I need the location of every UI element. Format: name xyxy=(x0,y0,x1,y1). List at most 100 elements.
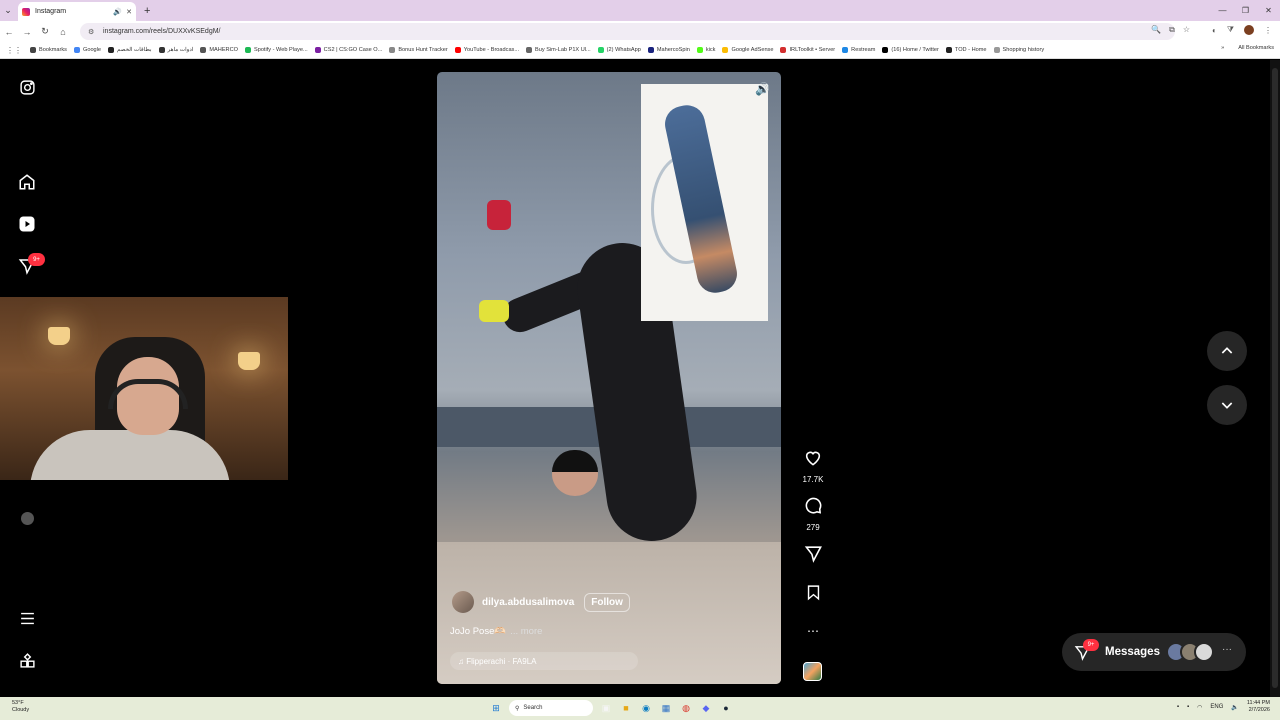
reload-icon[interactable]: ↻ xyxy=(36,26,54,37)
task-view-icon[interactable]: ▣ xyxy=(599,701,613,715)
install-icon[interactable]: ⧉ xyxy=(1169,25,1175,35)
profile-avatar[interactable] xyxy=(1244,25,1254,35)
bookmark-item[interactable]: IRLToolkit • Server xyxy=(780,47,835,53)
browser-tab[interactable]: Instagram 🔊 ✕ xyxy=(18,2,136,21)
new-tab-button[interactable]: + xyxy=(144,5,150,17)
scrollbar-thumb[interactable] xyxy=(1272,68,1278,688)
comment-button[interactable]: 279 xyxy=(797,496,829,532)
volume-tray-icon[interactable]: 🔈 xyxy=(1231,704,1238,711)
puzzle-icon[interactable]: ⧩ xyxy=(1227,25,1234,35)
previous-reel-button[interactable] xyxy=(1207,331,1247,371)
bookmark-icon xyxy=(696,47,703,53)
page-scrollbar[interactable] xyxy=(1270,60,1280,697)
bookmark-item[interactable]: CS2 | CS:GO Case O... xyxy=(314,47,383,53)
bookmark-label: Bookmarks xyxy=(39,47,67,53)
weather-widget[interactable]: 53°F Cloudy xyxy=(12,700,29,714)
bookmark-item[interactable]: ادوات ماهر xyxy=(158,47,194,53)
chevron-up-icon xyxy=(1221,347,1233,354)
more-bookmarks-icon[interactable]: » xyxy=(1221,45,1224,51)
bookmark-item[interactable]: kick xyxy=(696,47,715,53)
owner-username[interactable]: dilya.abdusalimova xyxy=(482,597,574,608)
all-bookmarks-link[interactable]: All Bookmarks xyxy=(1238,45,1274,51)
bookmark-item[interactable]: MAHERCO xyxy=(200,47,238,53)
chrome-icon[interactable]: ◍ xyxy=(679,701,693,715)
notification-badge: 9+ xyxy=(28,253,45,266)
restore-button[interactable]: ❐ xyxy=(1234,6,1257,15)
bookmark-item[interactable]: Bookmarks xyxy=(30,47,67,53)
caption-text: JoJo Pose🫶🏻 xyxy=(450,626,507,637)
file-explorer-icon[interactable]: ■ xyxy=(619,701,633,715)
windows-start-icon[interactable]: ⊞ xyxy=(489,701,503,715)
bookmark-item[interactable]: Google AdSense xyxy=(722,47,773,53)
tray-app-icon[interactable]: ▪ xyxy=(1177,704,1179,710)
clock-date: 2/7/2026 xyxy=(1248,707,1270,713)
like-button[interactable]: 17.7K xyxy=(797,448,829,484)
more-options-icon[interactable]: ⋯ xyxy=(797,624,829,638)
bookmark-item[interactable]: (2) WhatsApp xyxy=(597,47,641,53)
steam-icon[interactable]: ● xyxy=(719,701,733,715)
bookmark-item[interactable]: YouTube - Broadcas... xyxy=(454,47,519,53)
speaker-icon[interactable]: 🔊 xyxy=(113,8,122,16)
store-icon[interactable]: ▦ xyxy=(659,701,673,715)
reel-video[interactable]: 🔊 dilya.abdusalimova Follow JoJo Pose🫶🏻 … xyxy=(437,72,781,684)
bookmark-item[interactable]: بطاقات الخصم xyxy=(108,47,152,53)
close-window-button[interactable]: ✕ xyxy=(1257,6,1280,15)
profile-icon[interactable] xyxy=(17,508,37,528)
next-reel-button[interactable] xyxy=(1207,385,1247,425)
bookmark-label: CS2 | CS:GO Case O... xyxy=(323,47,383,53)
instagram-logo-icon[interactable] xyxy=(17,77,37,97)
site-info-icon[interactable]: ⚙ xyxy=(88,28,96,36)
owner-avatar[interactable] xyxy=(452,591,474,613)
bookmark-label: Spotify - Web Playe... xyxy=(253,47,308,53)
back-icon[interactable]: ← xyxy=(0,27,18,37)
bookmark-item[interactable]: Restream xyxy=(842,47,875,53)
bookmark-item[interactable]: MahercoSpin xyxy=(647,47,690,53)
bookmark-item[interactable]: TOD - Home xyxy=(945,47,987,53)
home-page-icon[interactable]: ⌂ xyxy=(54,27,72,37)
bookmark-star-icon[interactable]: ☆ xyxy=(1183,25,1190,35)
bookmark-label: Restream xyxy=(851,47,876,53)
audio-thumbnail[interactable] xyxy=(803,662,822,681)
messages-more-icon[interactable]: ··· xyxy=(1222,644,1232,655)
audio-track[interactable]: ♫ Flipperachi · FA9LA xyxy=(450,652,638,670)
taskbar-search[interactable]: ⚲ Search xyxy=(509,700,593,716)
bookmark-icon xyxy=(597,47,604,53)
menu-icon[interactable] xyxy=(17,608,37,628)
volume-icon[interactable]: 🔊 xyxy=(755,82,770,96)
save-button[interactable] xyxy=(797,583,829,607)
url-bar[interactable]: ⚙ instagram.com/reels/DUXXvKSEdgM/ xyxy=(80,23,1175,40)
bookmark-item[interactable]: Buy Sim-Lab P1X Ul... xyxy=(526,47,591,53)
bookmark-item[interactable]: Spotify - Web Playe... xyxy=(244,47,308,53)
zoom-icon[interactable]: 🔍 xyxy=(1151,25,1161,35)
follow-button[interactable]: Follow xyxy=(584,592,630,612)
bookmark-icon xyxy=(389,47,396,53)
browser-menu-icon[interactable]: ⋮ xyxy=(1264,26,1272,35)
discord-icon[interactable]: ◆ xyxy=(699,701,713,715)
bookmark-icon xyxy=(314,47,321,53)
bookmark-item[interactable]: Bonus Hunt Tracker xyxy=(389,47,448,53)
bookmark-item[interactable]: Shopping history xyxy=(993,47,1044,53)
bookmark-icon xyxy=(882,47,889,53)
share-button[interactable] xyxy=(797,544,829,568)
apps-icon[interactable]: ⋮⋮ xyxy=(6,46,22,55)
clock[interactable]: 11:44 PM 2/7/2026 xyxy=(1247,700,1270,714)
tab-close-icon[interactable]: ✕ xyxy=(126,8,132,16)
language-indicator[interactable]: ENG xyxy=(1210,704,1223,710)
minimize-button[interactable]: — xyxy=(1211,6,1234,15)
tab-search-icon[interactable]: ⌄ xyxy=(0,0,16,21)
tray-app-icon[interactable]: ▪ xyxy=(1187,704,1189,710)
caption-more-link[interactable]: ... more xyxy=(510,626,542,637)
bookmark-item[interactable]: (16) Home / Twitter xyxy=(882,47,939,53)
extension-icon[interactable]: ◐ xyxy=(1212,26,1217,35)
bookmark-label: ادوات ماهر xyxy=(167,47,194,53)
home-icon[interactable] xyxy=(17,172,37,192)
more-apps-icon[interactable] xyxy=(17,650,37,670)
reels-icon[interactable] xyxy=(17,214,37,234)
messages-button[interactable]: 9+ Messages ··· xyxy=(1062,633,1246,671)
edge-icon[interactable]: ◉ xyxy=(639,701,653,715)
search-placeholder: Search xyxy=(523,705,543,711)
forward-icon[interactable]: → xyxy=(18,27,36,37)
wifi-icon[interactable]: ◠ xyxy=(1197,704,1202,711)
bookmark-item[interactable]: Google xyxy=(73,47,101,53)
clock-time: 11:44 PM xyxy=(1246,700,1270,706)
